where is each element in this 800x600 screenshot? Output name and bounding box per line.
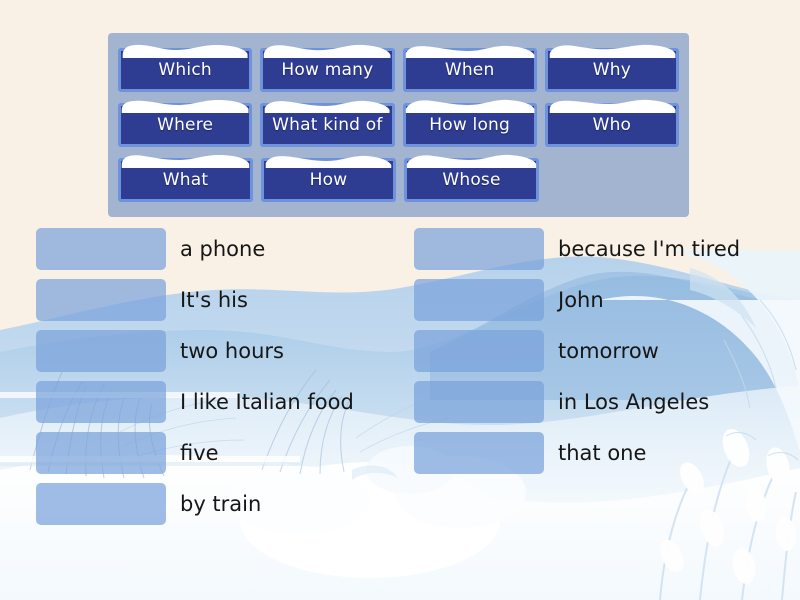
- drop-zone[interactable]: [36, 381, 166, 423]
- snow-cap-icon: [403, 151, 540, 168]
- word-tile-label: What kind of: [272, 115, 383, 135]
- answer-row: two hours: [36, 330, 354, 372]
- answer-column-left: a phone It's his two hours I like Italia…: [36, 228, 354, 534]
- word-tile-label: Where: [157, 115, 214, 135]
- drop-zone[interactable]: [414, 279, 544, 321]
- drop-zone[interactable]: [36, 432, 166, 474]
- word-bank-row: Which How many When Why: [118, 41, 679, 96]
- drop-zone[interactable]: [36, 330, 166, 372]
- word-tile-label: Which: [158, 60, 212, 80]
- drop-zone[interactable]: [414, 330, 544, 372]
- word-tile-where[interactable]: Where: [118, 100, 253, 147]
- word-tile-label: Who: [592, 115, 632, 135]
- word-tile-what[interactable]: What: [118, 155, 253, 202]
- answer-row: It's his: [36, 279, 354, 321]
- answer-row: John: [414, 279, 740, 321]
- answer-row: that one: [414, 432, 740, 474]
- drop-zone[interactable]: [36, 279, 166, 321]
- snow-cap-icon: [259, 41, 395, 58]
- answer-row: because I'm tired: [414, 228, 740, 270]
- word-tile-what-kind-of[interactable]: What kind of: [260, 100, 395, 147]
- word-tile-how-many[interactable]: How many: [260, 44, 395, 92]
- word-tile-label: Whose: [442, 170, 501, 190]
- answer-column-right: because I'm tired John tomorrow in Los A…: [414, 228, 740, 483]
- drop-zone[interactable]: [414, 381, 544, 423]
- snow-cap-icon: [117, 96, 253, 113]
- snow-cap-icon: [259, 96, 395, 113]
- snow-cap-icon: [117, 151, 254, 168]
- answer-row: in Los Angeles: [414, 381, 740, 423]
- snow-cap-icon: [260, 151, 397, 168]
- answer-label: tomorrow: [558, 338, 659, 363]
- drop-zone[interactable]: [36, 483, 166, 525]
- drop-zone[interactable]: [414, 228, 544, 270]
- answer-row: five: [36, 432, 354, 474]
- word-tile-when[interactable]: When: [402, 45, 537, 92]
- word-tile-whose[interactable]: Whose: [404, 154, 539, 202]
- word-tile-label: What: [162, 170, 209, 190]
- word-tile-label: When: [444, 60, 495, 80]
- word-tile-label: How many: [281, 60, 374, 80]
- word-tile-label: How: [309, 170, 348, 190]
- answer-label: by train: [180, 491, 262, 516]
- word-bank-panel: Which How many When Why Where What kind …: [108, 33, 689, 217]
- snow-cap-icon: [544, 41, 680, 58]
- answer-label: that one: [558, 440, 647, 465]
- word-tile-why[interactable]: Why: [544, 44, 679, 92]
- word-tile-label: How long: [429, 115, 511, 135]
- word-tile-which[interactable]: Which: [118, 44, 253, 92]
- word-tile-label: Why: [592, 60, 631, 80]
- word-tile-who[interactable]: Who: [544, 99, 679, 147]
- word-bank-row: What How Whose: [118, 151, 679, 206]
- drop-zone[interactable]: [414, 432, 544, 474]
- answer-label: because I'm tired: [558, 236, 741, 261]
- answer-row: tomorrow: [414, 330, 740, 372]
- answer-label: two hours: [180, 338, 284, 363]
- answer-label: five: [180, 440, 219, 465]
- snow-cap-icon: [402, 41, 538, 58]
- drop-zone[interactable]: [36, 228, 166, 270]
- word-bank-row: Where What kind of How long Who: [118, 96, 679, 151]
- answer-label: John: [558, 287, 604, 312]
- answer-label: in Los Angeles: [558, 389, 710, 414]
- answer-label: I like Italian food: [180, 389, 354, 414]
- word-tile-how[interactable]: How: [261, 155, 396, 202]
- snow-cap-icon: [117, 41, 253, 58]
- word-tile-how-long[interactable]: How long: [402, 99, 537, 147]
- answer-row: I like Italian food: [36, 381, 354, 423]
- snow-cap-icon: [544, 96, 680, 113]
- answer-row: by train: [36, 483, 354, 525]
- snow-cap-icon: [402, 96, 538, 113]
- answer-label: a phone: [180, 236, 266, 261]
- answer-row: a phone: [36, 228, 354, 270]
- answer-label: It's his: [180, 287, 248, 312]
